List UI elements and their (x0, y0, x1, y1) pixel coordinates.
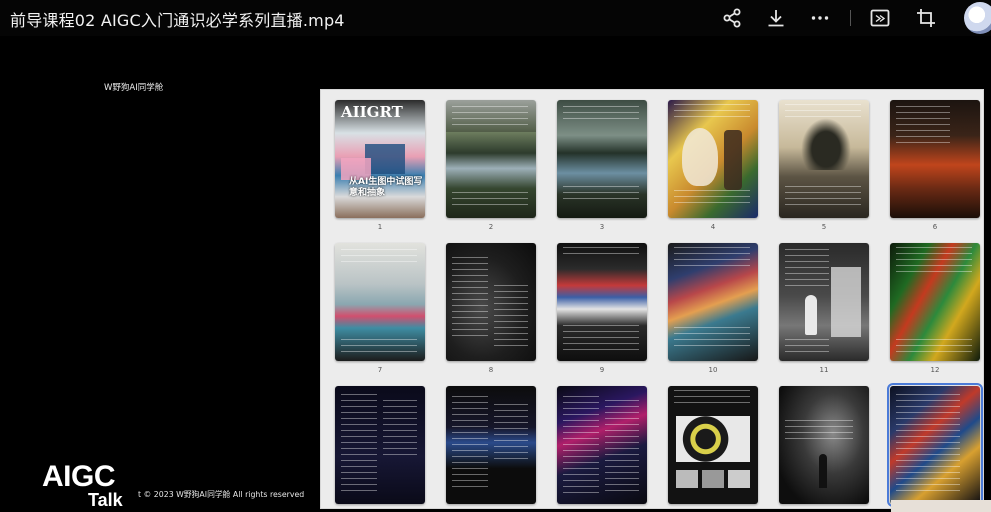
title-bar: 前导课程02 AIGC入门通识必学系列直播.mp4 (0, 0, 991, 36)
text-lines (341, 339, 417, 355)
webcam-overlay-edge (891, 500, 991, 512)
cover-title: AIIGRT (341, 103, 403, 121)
slide-number-8: 8 (488, 366, 494, 374)
text-lines (785, 104, 861, 118)
slide-thumbnail-11[interactable] (779, 243, 869, 361)
slide-number-3: 3 (599, 223, 605, 231)
text-lines (785, 420, 853, 440)
slide-thumbnail-9[interactable] (557, 243, 647, 361)
slide-number-4: 4 (710, 223, 716, 231)
text-lines (896, 247, 972, 275)
text-lines (674, 327, 750, 351)
text-lines (896, 394, 960, 494)
text-lines (452, 192, 528, 210)
text-lines (785, 249, 829, 287)
text-lines (563, 247, 639, 257)
text-lines-right (605, 400, 639, 494)
slide-thumbnail-14[interactable] (446, 386, 536, 504)
slide-thumbnail-12[interactable] (890, 243, 980, 361)
text-lines (452, 106, 528, 126)
small-painting (702, 470, 724, 488)
slide-thumbnail-13[interactable] (335, 386, 425, 504)
text-lines (674, 390, 750, 406)
slide-number-5: 5 (821, 223, 827, 231)
slide-number-12: 12 (930, 366, 940, 374)
slide-number-9: 9 (599, 366, 605, 374)
text-lines-right (494, 404, 528, 464)
text-lines-right (494, 285, 528, 351)
rabbit-shape (682, 128, 718, 186)
pedestal-shape (831, 267, 861, 337)
slide-thumbnail-6[interactable] (890, 100, 980, 218)
abstract-painting (676, 416, 750, 462)
statue-shape (805, 295, 817, 335)
cover-subtitle: 从AI生图中试图写意和抽象 (349, 177, 423, 198)
slide-thumbnail-4[interactable] (668, 100, 758, 218)
text-lines (563, 186, 639, 204)
download-icon[interactable] (764, 6, 788, 30)
text-lines (896, 106, 950, 148)
slide-thumbnail-3[interactable] (557, 100, 647, 218)
text-lines (785, 339, 829, 355)
slide-number-1: 1 (377, 223, 383, 231)
picture-in-picture-icon[interactable] (868, 6, 892, 30)
slide-thumbnail-7[interactable] (335, 243, 425, 361)
ink-mountain-shape (801, 118, 851, 170)
file-title: 前导课程02 AIGC入门通识必学系列直播.mp4 (10, 11, 345, 30)
slide-thumbnail-10[interactable] (668, 243, 758, 361)
cover-paint-shape (365, 144, 405, 174)
text-lines (563, 106, 639, 124)
slide-thumbnail-18-selected[interactable] (887, 383, 983, 507)
slide-thumbnail-15[interactable] (557, 386, 647, 504)
text-lines-left (341, 394, 377, 492)
text-lines-left (563, 396, 599, 494)
slide-thumbnail-2[interactable] (446, 100, 536, 218)
text-lines (896, 339, 972, 353)
share-icon[interactable] (720, 6, 744, 30)
slide-number-10: 10 (708, 366, 718, 374)
slide-number-6: 6 (932, 223, 938, 231)
text-lines (341, 249, 417, 265)
school-label: W野狗AI同学舱 (104, 83, 164, 93)
slide-number-11: 11 (819, 366, 829, 374)
slide-thumbnail-17[interactable] (779, 386, 869, 504)
slide-number-2: 2 (488, 223, 494, 231)
crop-icon[interactable] (914, 6, 938, 30)
slide-thumbnail-8[interactable] (446, 243, 536, 361)
text-lines (785, 186, 861, 206)
logo-main-text: AIGC (42, 460, 116, 493)
logo-sub-text: Talk (88, 490, 123, 510)
text-lines (674, 190, 750, 208)
slide-thumbnail-16[interactable] (668, 386, 758, 504)
slide-gallery: AIIGRT 从AI生图中试图写意和抽象 1 2 3 4 5 6 7 8 9 1… (320, 89, 984, 509)
text-lines (563, 325, 639, 351)
copyright-text: t © 2023 W野狗AI同学舱 All rights reserved (138, 490, 305, 499)
small-painting (676, 470, 698, 488)
avatar[interactable] (964, 2, 991, 34)
slide-thumbnail-1[interactable]: AIIGRT 从AI生图中试图写意和抽象 (335, 100, 425, 218)
more-icon[interactable] (808, 6, 832, 30)
text-lines-right (383, 400, 417, 460)
small-painting (728, 470, 750, 488)
slide-thumbnail-5[interactable] (779, 100, 869, 218)
text-lines-left (452, 257, 488, 341)
text-lines (674, 104, 750, 122)
text-lines-left (452, 396, 488, 492)
text-lines (674, 247, 750, 269)
toolbar-divider (850, 10, 851, 26)
slide-number-7: 7 (377, 366, 383, 374)
figure-silhouette (819, 454, 827, 488)
bottle-shape (724, 130, 742, 190)
aigc-talk-logo: AIGC Talk (42, 462, 134, 510)
